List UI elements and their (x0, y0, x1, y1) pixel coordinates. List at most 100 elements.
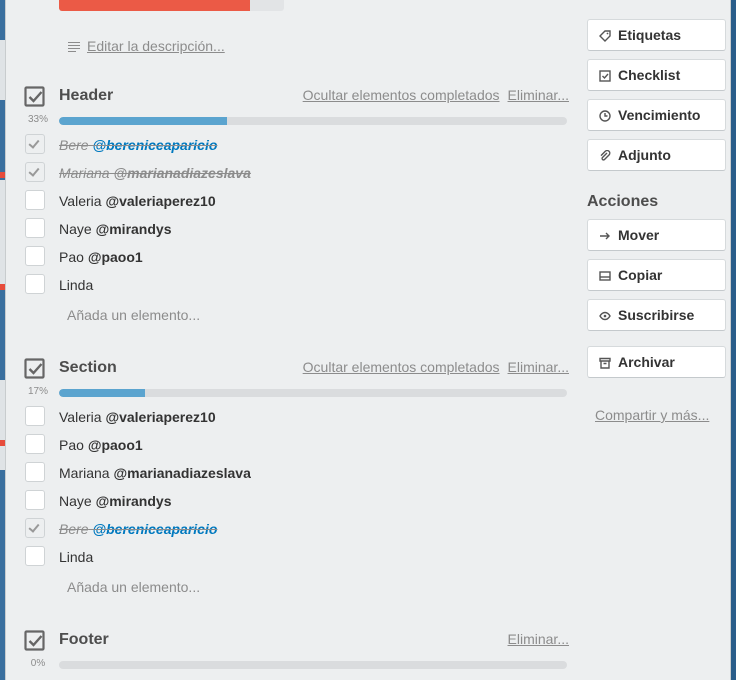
etiquetas-button[interactable]: Etiquetas (587, 19, 726, 51)
text-lines-icon (68, 41, 80, 52)
checklist-item[interactable]: Linda (24, 543, 569, 571)
mover-button[interactable]: Mover (587, 219, 726, 251)
checklist-actions: Ocultar elementos completados Eliminar... (303, 87, 569, 103)
share-more-link[interactable]: Compartir y más... (595, 407, 709, 423)
item-checkbox[interactable] (25, 406, 45, 426)
copiar-button[interactable]: Copiar (587, 259, 726, 291)
item-checkbox[interactable] (25, 434, 45, 454)
suscribirse-button[interactable]: Suscribirse (587, 299, 726, 331)
button-label: Etiquetas (618, 27, 682, 43)
item-name: Mariana (59, 465, 110, 481)
checklist-item[interactable]: Bere @bereniceaparicio (24, 515, 569, 543)
item-text[interactable]: Valeria @valeriaperez10 (59, 409, 216, 425)
item-name: Naye (59, 221, 92, 237)
eye-icon (599, 309, 611, 321)
item-text[interactable]: Naye @mirandys (59, 221, 171, 237)
checklist-title[interactable]: Section (59, 358, 117, 378)
item-checkbox[interactable] (25, 246, 45, 266)
button-label: Suscribirse (618, 307, 695, 323)
hide-completed-link[interactable]: Ocultar elementos completados (303, 359, 500, 375)
item-text[interactable]: Bere @bereniceaparicio (59, 521, 217, 537)
paperclip-icon (599, 149, 611, 161)
vencimiento-button[interactable]: Vencimiento (587, 99, 726, 131)
checklist-item[interactable]: Valeria @valeriaperez10 (24, 187, 569, 215)
item-checkbox[interactable] (25, 462, 45, 482)
item-name: Bere (59, 521, 89, 537)
item-text[interactable]: Mariana @marianadiazeslava (59, 465, 251, 481)
checklist-item[interactable]: Pao @paoo1 (24, 431, 569, 459)
checklist-icon (24, 630, 46, 652)
item-name: Naye (59, 493, 92, 509)
checklist-actions: Eliminar... (508, 631, 569, 647)
item-mention: @marianadiazeslava (113, 165, 251, 181)
tag-icon (599, 29, 611, 42)
item-name: Linda (59, 277, 94, 293)
checkmark-icon (28, 521, 40, 533)
checklist-item[interactable]: Bere @bereniceaparicio (24, 131, 569, 159)
checklist-button[interactable]: Checklist (587, 59, 726, 91)
item-mention: @marianadiazeslava (113, 465, 251, 481)
checklist-item[interactable]: Mariana @marianadiazeslava (24, 159, 569, 187)
item-name: Pao (59, 249, 84, 265)
checklist-item[interactable]: Naye @mirandys (24, 215, 569, 243)
checklist-title[interactable]: Footer (59, 630, 109, 650)
item-checkbox[interactable] (25, 546, 45, 566)
checklist-progress: 33% (24, 113, 569, 129)
checkmark-icon (28, 165, 40, 177)
checklist-header: Header Ocultar elementos completados Elim… (24, 86, 569, 331)
item-text[interactable]: Valeria @valeriaperez10 (59, 193, 216, 209)
progress-percent: 33% (27, 114, 48, 125)
archive-icon (599, 356, 611, 369)
item-name: Linda (59, 549, 94, 565)
item-text[interactable]: Linda (59, 549, 93, 565)
delete-checklist-link[interactable]: Eliminar... (508, 359, 569, 375)
item-text[interactable]: Pao @paoo1 (59, 249, 143, 265)
item-text[interactable]: Mariana @marianadiazeslava (59, 165, 251, 181)
button-label: Adjunto (618, 147, 671, 163)
item-checkbox[interactable] (25, 190, 45, 210)
item-checkbox[interactable] (25, 274, 45, 294)
checklist-progress: 17% (24, 385, 569, 401)
item-checkbox[interactable] (25, 162, 45, 182)
delete-checklist-link[interactable]: Eliminar... (508, 87, 569, 103)
button-label: Checklist (618, 67, 681, 83)
item-checkbox[interactable] (25, 134, 45, 154)
button-label: Vencimiento (618, 107, 701, 123)
checklist-title[interactable]: Header (59, 86, 113, 106)
checklist-item[interactable]: Mariana @marianadiazeslava (24, 459, 569, 487)
progress-track (59, 389, 567, 397)
checklist-item[interactable]: Naye @mirandys (24, 487, 569, 515)
checklist-progress: 0% (24, 657, 569, 673)
checklist-item[interactable]: Linda (24, 271, 569, 299)
add-item-link[interactable]: Añada un elemento... (24, 571, 569, 603)
item-checkbox[interactable] (25, 518, 45, 538)
add-item-link[interactable]: Añada un elemento... (24, 299, 569, 331)
checklist-header: Header Ocultar elementos completados Elim… (24, 86, 569, 108)
archivar-button[interactable]: Archivar (587, 346, 726, 378)
item-mention: @valeriaperez10 (105, 409, 216, 425)
checklist-items: Bere @bereniceaparicio Mariana @marianad… (24, 131, 569, 299)
card-detail-modal: Editar la descripción... Header Ocultar … (5, 0, 731, 680)
checklist-item[interactable]: Pao @paoo1 (24, 243, 569, 271)
clock-icon (599, 109, 611, 122)
checklist-item[interactable]: Valeria @valeriaperez10 (24, 403, 569, 431)
checklist-icon (24, 86, 46, 108)
item-name: Mariana (59, 165, 110, 181)
item-name: Bere (59, 137, 89, 153)
item-text[interactable]: Naye @mirandys (59, 493, 171, 509)
button-label: Copiar (618, 267, 663, 283)
item-text[interactable]: Linda (59, 277, 93, 293)
checklist-section: Section Ocultar elementos completados Eli… (24, 358, 569, 603)
delete-checklist-link[interactable]: Eliminar... (508, 631, 569, 647)
item-mention: @valeriaperez10 (105, 193, 216, 209)
item-text[interactable]: Pao @paoo1 (59, 437, 143, 453)
hide-completed-link[interactable]: Ocultar elementos completados (303, 87, 500, 103)
actions-heading: Acciones (587, 193, 659, 210)
item-checkbox[interactable] (25, 218, 45, 238)
adjunto-button[interactable]: Adjunto (587, 139, 726, 171)
item-mention: @mirandys (95, 493, 172, 509)
edit-description-link[interactable]: Editar la descripción... (68, 38, 225, 54)
item-text[interactable]: Bere @bereniceaparicio (59, 137, 217, 153)
item-checkbox[interactable] (25, 490, 45, 510)
checklist-icon (599, 69, 611, 82)
